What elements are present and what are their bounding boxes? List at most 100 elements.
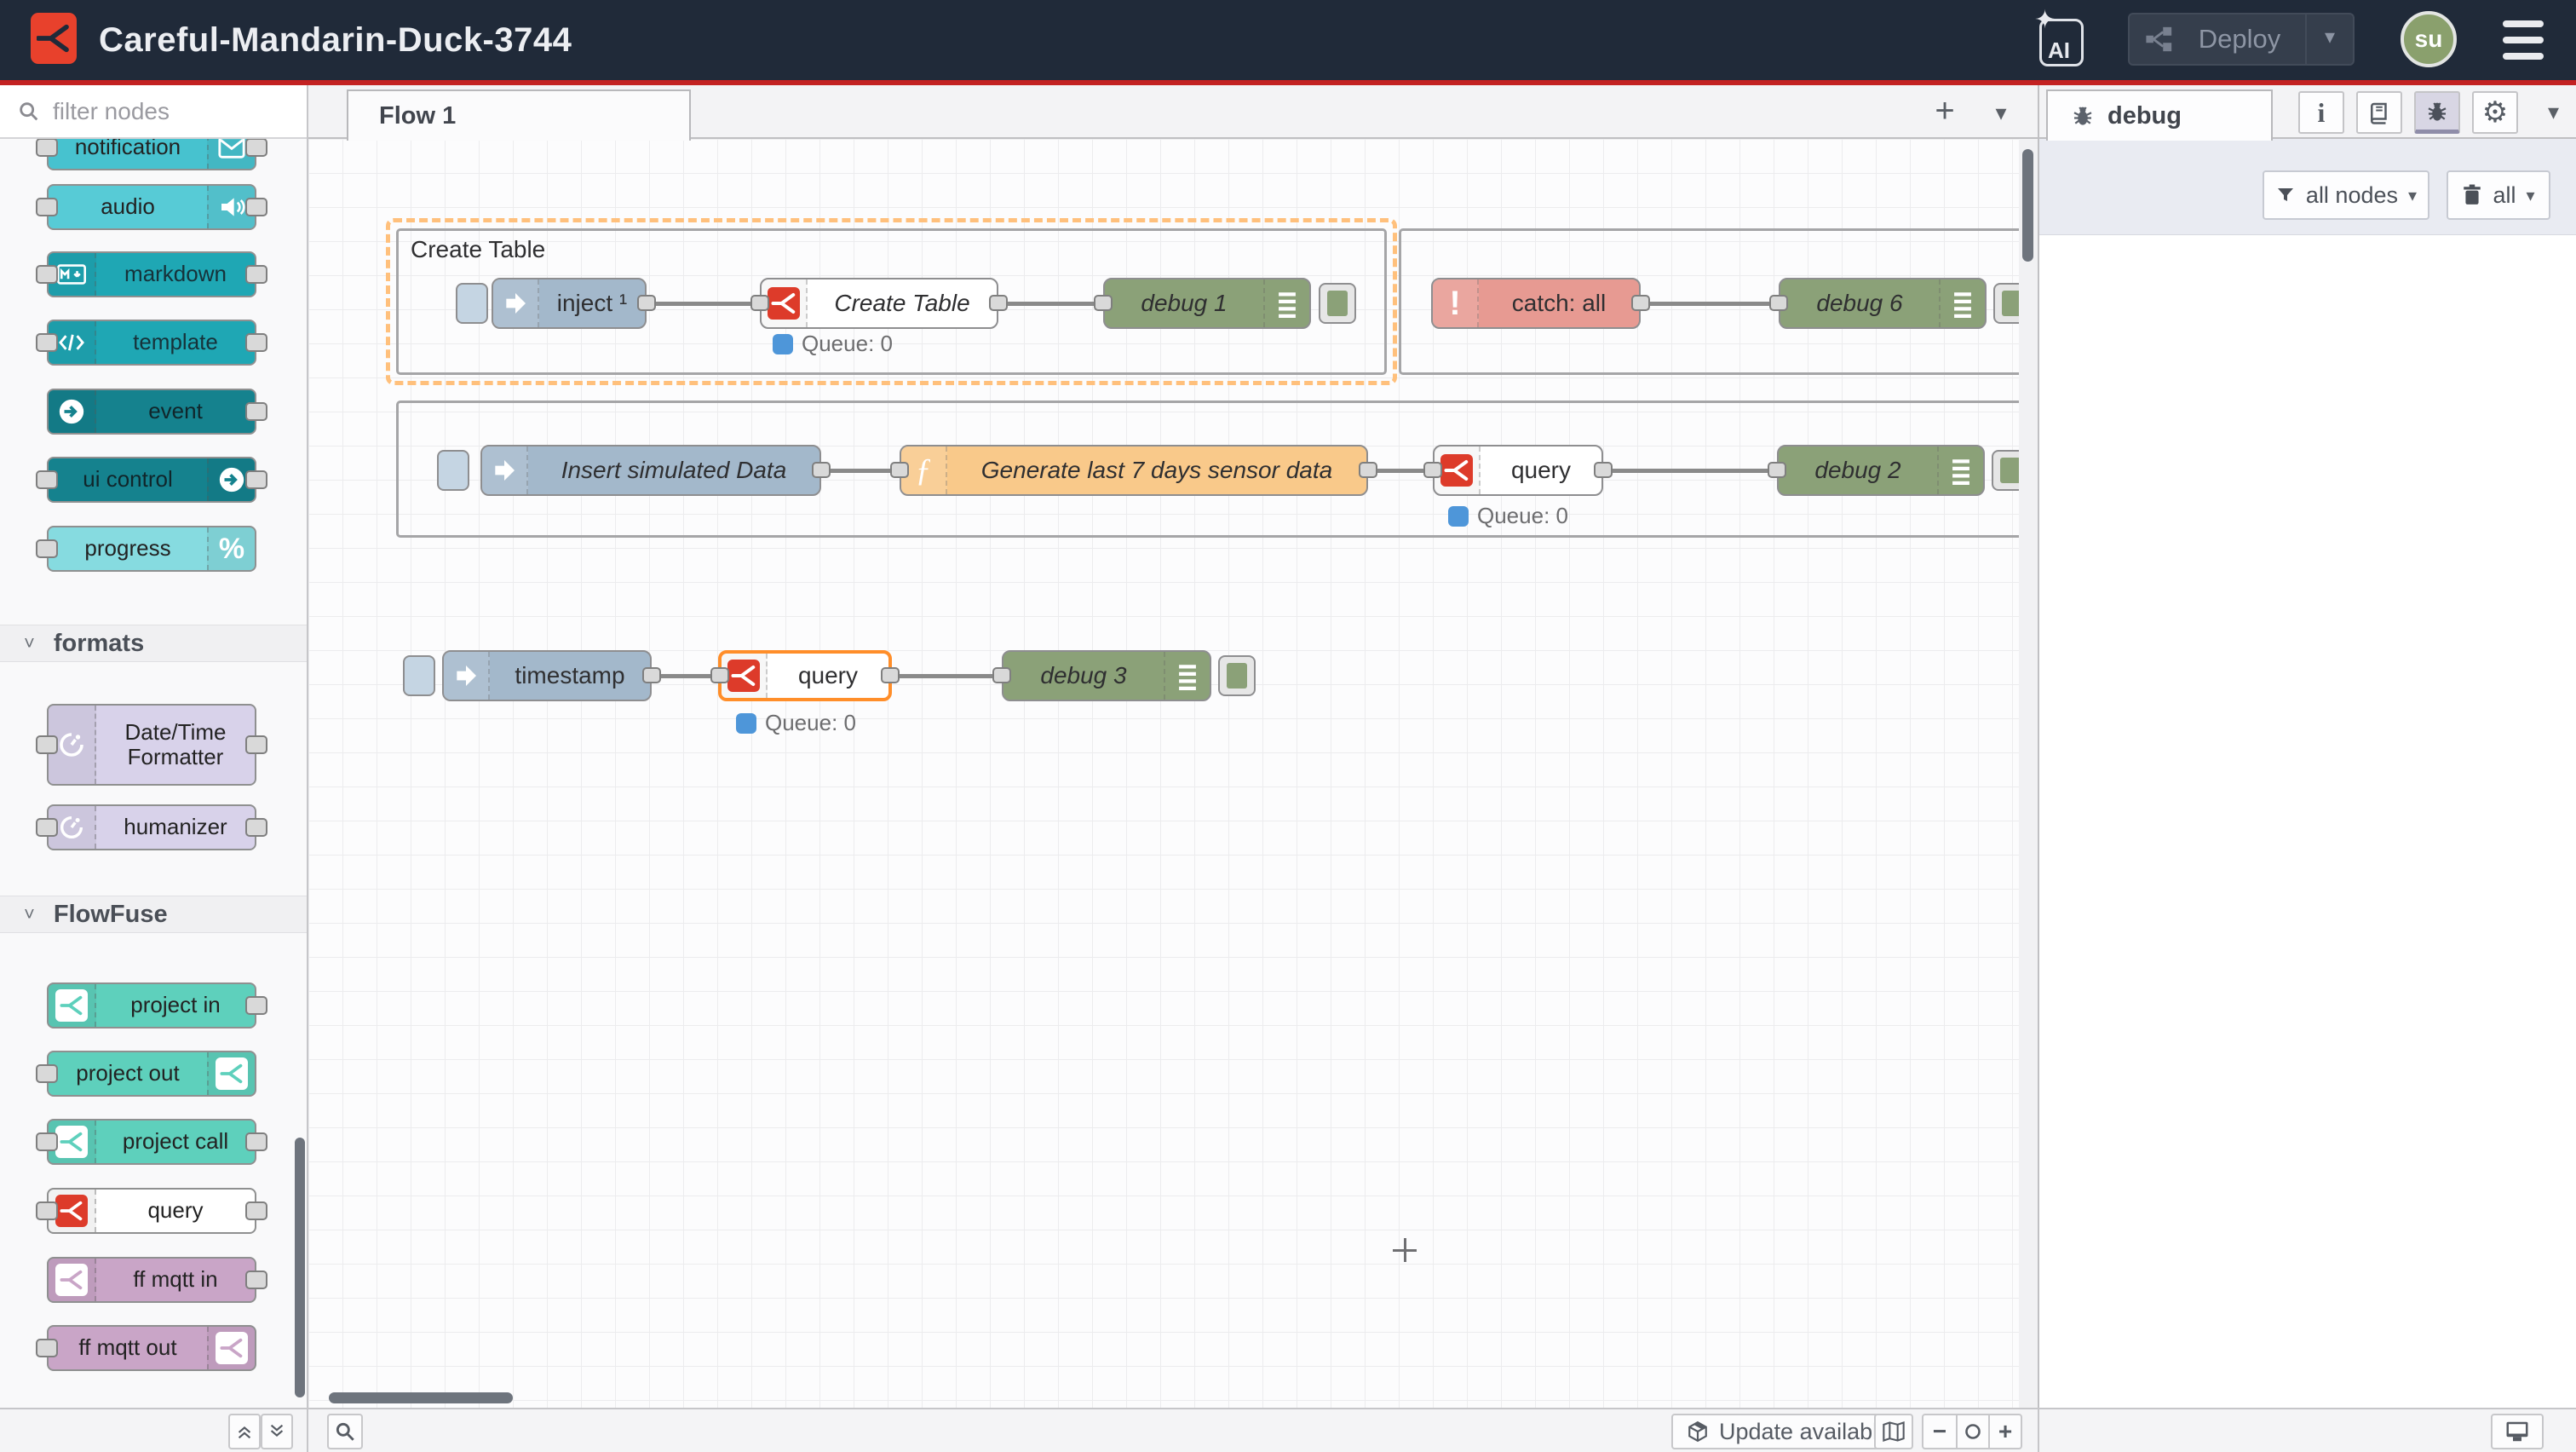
palette-scrollbar[interactable] [295, 1138, 305, 1397]
flowfuse-icon [207, 1052, 255, 1095]
palette-node-notification[interactable]: notification [47, 139, 256, 170]
palette-collapse-button[interactable] [228, 1414, 261, 1449]
palette-node-ff-mqtt-out[interactable]: ff mqtt out [47, 1325, 256, 1371]
user-avatar[interactable]: su [2401, 11, 2457, 67]
sidebar-menu-caret[interactable]: ▾ [2548, 99, 2559, 125]
output-port[interactable] [1594, 462, 1613, 478]
input-port[interactable] [890, 462, 909, 478]
palette-node-ui-control[interactable]: ui control [47, 457, 256, 503]
node-insert-simulated-data[interactable]: Insert simulated Data [480, 445, 821, 496]
help-tab-button[interactable] [2356, 91, 2402, 134]
palette-node-query[interactable]: query [47, 1188, 256, 1234]
flow-canvas[interactable]: Create Table inject ¹ Create Table Queue… [308, 139, 2019, 1408]
instance-title: Careful-Mandarin-Duck-3744 [99, 0, 572, 80]
palette-scroll-area[interactable]: notification audio markdown template [0, 139, 307, 1408]
canvas-vscrollbar-track[interactable] [2019, 139, 2038, 1408]
node-debug-2[interactable]: debug 2 [1777, 445, 1985, 496]
debug-clear-button[interactable]: all ▾ [2447, 170, 2550, 220]
output-port[interactable] [812, 462, 831, 478]
output-port[interactable] [1631, 295, 1650, 311]
palette-filter-input[interactable] [53, 98, 283, 125]
palette-expand-button[interactable] [261, 1414, 293, 1449]
node-create-table-query[interactable]: Create Table [760, 278, 998, 329]
input-port[interactable] [1769, 295, 1788, 311]
inject-button[interactable] [403, 655, 435, 696]
info-tab-button[interactable]: i [2298, 91, 2344, 134]
zoom-out-button[interactable]: − [1923, 1415, 1956, 1448]
chevron-down-icon: ▾ [2408, 185, 2417, 206]
debug-filter-button[interactable]: all nodes ▾ [2263, 170, 2429, 220]
flowfuse-icon [207, 1327, 255, 1369]
node-generate-function[interactable]: ƒ Generate last 7 days sensor data [900, 445, 1368, 496]
node-catch-all[interactable]: ! catch: all [1431, 278, 1641, 329]
input-port[interactable] [992, 667, 1011, 683]
inject-button[interactable] [456, 283, 488, 324]
palette-node-ff-mqtt-in[interactable]: ff mqtt in [47, 1257, 256, 1303]
output-port[interactable] [642, 667, 661, 683]
inject-button[interactable] [437, 450, 469, 491]
debug-toggle-button[interactable] [1992, 450, 2019, 491]
deploy-options-caret[interactable]: ▾ [2305, 13, 2353, 66]
input-port[interactable] [1423, 462, 1442, 478]
palette-node-progress[interactable]: progress % [47, 526, 256, 572]
node-query-2[interactable]: query [1433, 445, 1603, 496]
node-debug-3[interactable]: debug 3 [1002, 650, 1211, 701]
output-port[interactable] [637, 295, 656, 311]
output-port[interactable] [881, 667, 900, 683]
palette-node-template[interactable]: template [47, 320, 256, 366]
flow-list-caret[interactable]: ▾ [1980, 92, 2022, 133]
node-inject-1[interactable]: inject ¹ [492, 278, 647, 329]
palette-node-datetime-formatter[interactable]: Date/Time Formatter [47, 704, 256, 786]
palette-node-project-in[interactable]: project in [47, 982, 256, 1028]
sidebar-tab-debug[interactable]: debug [2046, 89, 2273, 141]
chevron-down-icon: ˅ [24, 632, 35, 654]
open-dashboard-button[interactable] [2491, 1414, 2544, 1449]
status-dot [773, 334, 793, 354]
deploy-button[interactable]: Deploy ▾ [2128, 13, 2355, 66]
input-port[interactable] [750, 295, 769, 311]
bug-icon [2070, 103, 2096, 129]
output-port[interactable] [989, 295, 1008, 311]
debug-toggle-button[interactable] [1319, 283, 1356, 324]
palette-search[interactable] [0, 85, 307, 139]
ai-assistant-button[interactable]: ✦ AI [2036, 10, 2089, 70]
flowfuse-icon [49, 984, 96, 1027]
palette-section-flowfuse[interactable]: ˅ FlowFuse [0, 896, 307, 933]
deploy-flow-icon [2145, 25, 2174, 54]
node-debug-1[interactable]: debug 1 [1103, 278, 1311, 329]
palette-section-formats[interactable]: ˅ formats [0, 625, 307, 662]
node-timestamp[interactable]: timestamp [442, 650, 652, 701]
tab-flow-1[interactable]: Flow 1 [347, 89, 691, 141]
palette-node-audio[interactable]: audio [47, 184, 256, 230]
add-flow-button[interactable]: + [1922, 92, 1968, 133]
inject-arrow-icon [493, 279, 539, 327]
debug-tab-button[interactable] [2414, 91, 2460, 134]
canvas-vscrollbar[interactable] [2022, 149, 2033, 262]
node-query-3-selected[interactable]: query [718, 650, 892, 701]
palette-node-markdown[interactable]: markdown [47, 251, 256, 297]
config-tab-button[interactable]: ⚙ [2472, 91, 2518, 134]
input-port[interactable] [1094, 295, 1113, 311]
palette-node-humanizer[interactable]: humanizer [47, 804, 256, 850]
update-available-button[interactable]: Update available [1671, 1414, 1906, 1449]
node-debug-6[interactable]: debug 6 [1779, 278, 1987, 329]
wire [1595, 469, 1777, 473]
debug-toggle-button[interactable] [1218, 655, 1256, 696]
palette-node-project-out[interactable]: project out [47, 1051, 256, 1097]
wire [1641, 302, 1779, 306]
input-port[interactable] [1768, 462, 1786, 478]
palette-node-project-call[interactable]: project call [47, 1119, 256, 1165]
zoom-reset-button[interactable] [1956, 1415, 1988, 1448]
debug-toggle-button[interactable] [1993, 283, 2019, 324]
canvas-hscrollbar[interactable] [329, 1392, 513, 1403]
funnel-icon [2275, 185, 2296, 205]
trash-icon [2462, 184, 2482, 206]
palette-node-event[interactable]: event [47, 389, 256, 435]
navigator-map-button[interactable] [1874, 1414, 1913, 1449]
canvas-search-button[interactable] [327, 1414, 363, 1449]
main-menu-button[interactable] [2503, 20, 2544, 60]
zoom-in-button[interactable]: + [1988, 1415, 2021, 1448]
input-port[interactable] [710, 667, 729, 683]
output-port[interactable] [1359, 462, 1377, 478]
node-status: Queue: 0 [736, 710, 856, 736]
